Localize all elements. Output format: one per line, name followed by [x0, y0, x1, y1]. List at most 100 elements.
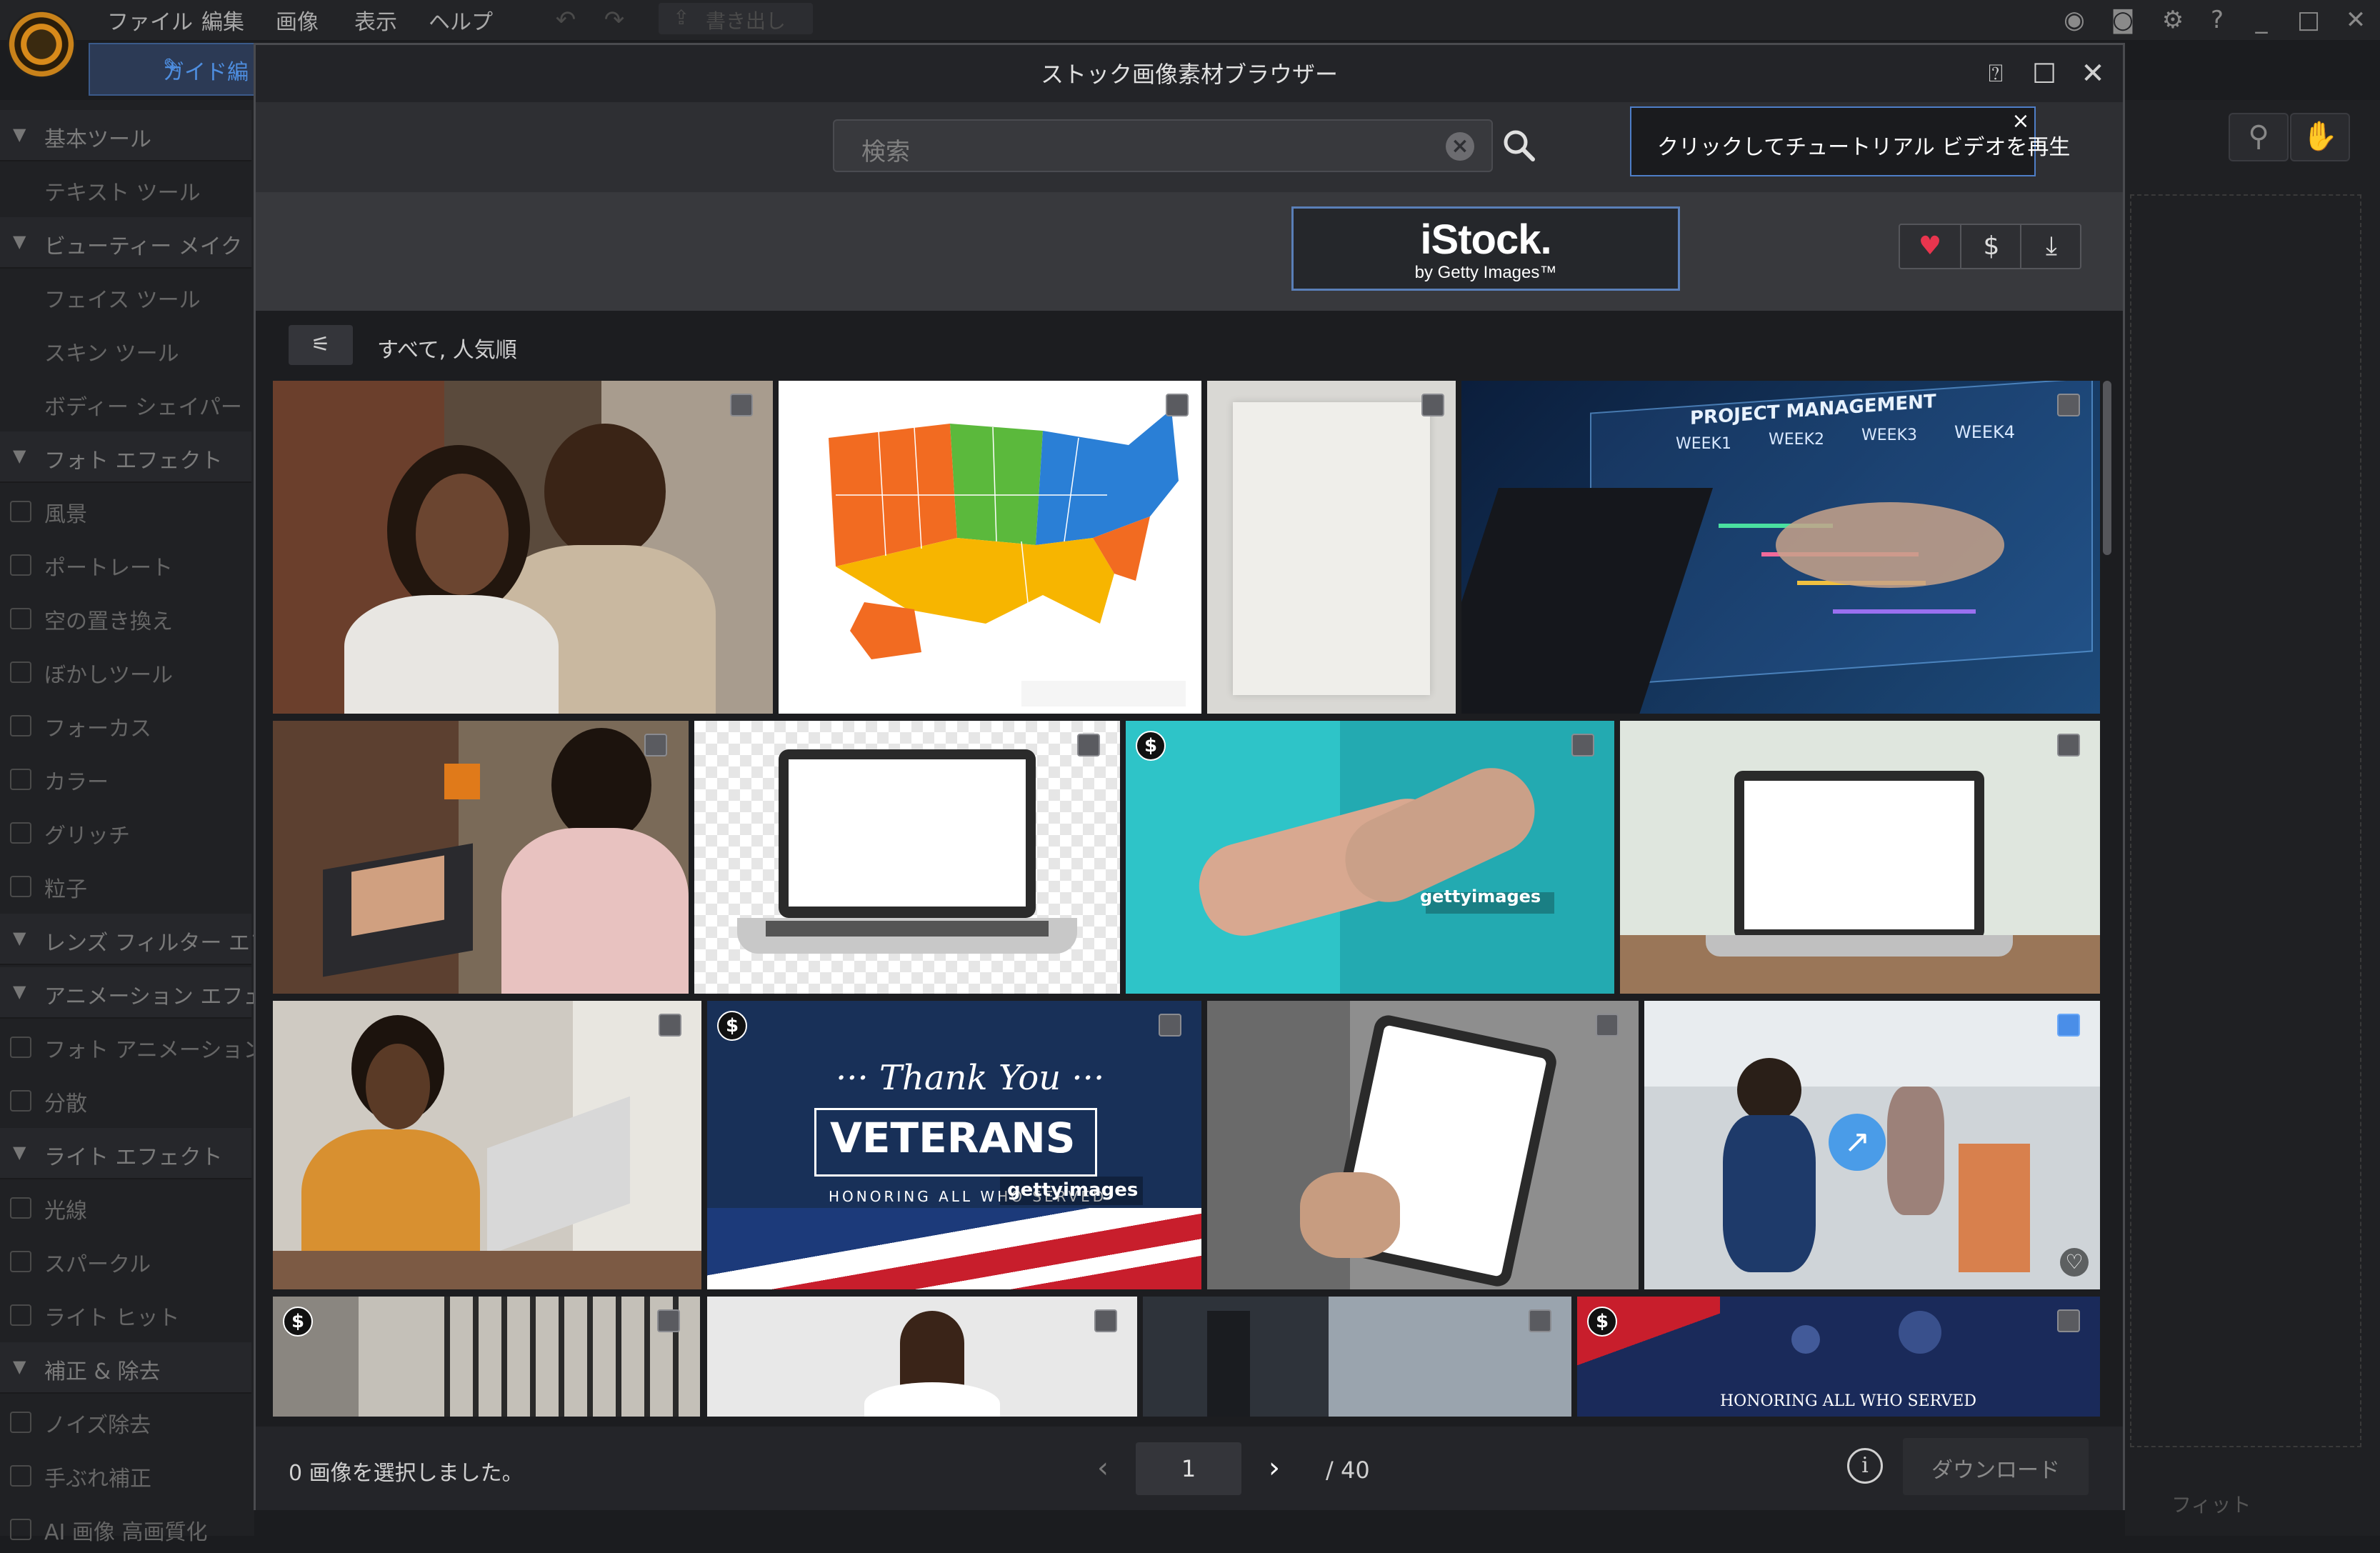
clear-search-icon[interactable]: × [1446, 132, 1474, 161]
image-tile[interactable] [707, 1297, 1137, 1417]
select-checkbox[interactable] [1571, 734, 1594, 756]
sidebar-item[interactable]: 空の置き換え [0, 592, 251, 642]
select-checkbox[interactable] [659, 1014, 681, 1037]
sidebar-item[interactable]: テキスト ツール [0, 164, 251, 214]
image-tile[interactable]: gettyimages $ [1126, 721, 1614, 994]
image-tile[interactable]: ··· Thank You ··· VETERANS HONORING ALL … [707, 1001, 1201, 1289]
sidebar-section-header[interactable]: ▼ ビューティー メイク [0, 217, 251, 269]
zoom-fit-select[interactable]: フィット [2171, 1489, 2251, 1518]
sidebar-item[interactable]: 分散 [0, 1074, 251, 1124]
istock-provider-button[interactable]: iStock. by Getty Images™ [1291, 206, 1680, 291]
maximize-icon[interactable]: □ [2294, 6, 2323, 34]
download-label: ダウンロード [1931, 1458, 2060, 1483]
select-checkbox[interactable] [2057, 1014, 2080, 1037]
select-checkbox[interactable] [2057, 394, 2080, 416]
image-tile[interactable] [694, 721, 1120, 994]
select-checkbox[interactable] [2057, 734, 2080, 756]
image-tile[interactable]: $ [273, 1297, 700, 1417]
image-tile[interactable] [273, 1001, 701, 1289]
sidebar-section-header[interactable]: ▼ アニメーション エフェクト [0, 967, 307, 1019]
undo-icon[interactable]: ↶ [551, 6, 580, 34]
zoom-tool-button[interactable]: ⚲ [2229, 113, 2289, 161]
sidebar-item[interactable]: フォト アニメーション [0, 1021, 264, 1071]
select-checkbox[interactable] [1529, 1309, 1551, 1332]
select-checkbox[interactable] [730, 394, 753, 416]
chevron-down-icon: ▼ [13, 928, 26, 948]
sidebar-section-header[interactable]: ▼ レンズ フィルター エフェクト [0, 914, 336, 965]
image-tile[interactable]: HONORING ALL WHO SERVED $ [1577, 1297, 2100, 1417]
scrollbar-thumb[interactable] [2103, 381, 2111, 555]
close-dialog-icon[interactable]: ✕ [2073, 54, 2113, 94]
menu-view[interactable]: 表示 [354, 4, 397, 36]
image-tile[interactable] [273, 381, 773, 714]
menu-edit[interactable]: 編集 [201, 4, 244, 36]
account-icon[interactable]: ◉ [2060, 6, 2089, 34]
sidebar-item[interactable]: ぼかしツール [0, 646, 251, 696]
sidebar-item[interactable]: 光線 [0, 1182, 251, 1232]
image-tile[interactable] [779, 381, 1201, 714]
select-checkbox[interactable] [1421, 394, 1444, 416]
premium-dollar-icon[interactable]: $ [1960, 225, 2021, 268]
select-checkbox[interactable] [1159, 1014, 1181, 1037]
tooltip-close-icon[interactable]: × [2009, 109, 2033, 134]
next-page-icon[interactable]: › [1260, 1454, 1289, 1482]
image-tile[interactable]: ↗ ♡ [1644, 1001, 2100, 1289]
sidebar-item[interactable]: スパークル [0, 1235, 251, 1285]
sidebar-item[interactable]: フォーカス [0, 699, 251, 749]
help-icon[interactable]: ? [2203, 6, 2231, 34]
settings-icon[interactable]: ⚙ [2159, 6, 2187, 34]
favorite-heart-icon[interactable]: ♡ [2060, 1248, 2089, 1277]
favorites-heart-icon[interactable]: ♥ [1900, 225, 1960, 268]
sidebar-item[interactable]: カラー [0, 753, 251, 803]
downloaded-icon[interactable]: ⤓ [2020, 225, 2081, 268]
image-tile[interactable] [1143, 1297, 1571, 1417]
sidebar-item[interactable]: AI 画像 高画質化 [0, 1503, 251, 1553]
sidebar-item[interactable]: スキン ツール [0, 324, 251, 374]
info-icon[interactable]: i [1847, 1448, 1883, 1484]
sidebar-section-header[interactable]: ▼ フォト エフェクト [0, 431, 251, 483]
select-checkbox[interactable] [2057, 1309, 2080, 1332]
select-checkbox[interactable] [1596, 1014, 1619, 1037]
minimize-icon[interactable]: _ [2247, 6, 2276, 34]
sidebar-section-header[interactable]: ▼ 基本ツール [0, 110, 251, 161]
guide-tab[interactable]: ✎ ガイド編 [89, 43, 263, 96]
image-tile[interactable]: PROJECT MANAGEMENT WEEK1 WEEK2 WEEK3 WEE… [1461, 381, 2100, 714]
sidebar-item[interactable]: ノイズ除去 [0, 1396, 251, 1446]
sidebar-item[interactable]: 粒子 [0, 860, 251, 910]
menu-image[interactable]: 画像 [276, 4, 319, 36]
search-icon[interactable] [1499, 125, 1541, 168]
image-tile[interactable] [1207, 381, 1456, 714]
sidebar-section-header[interactable]: ▼ ライト エフェクト [0, 1128, 251, 1179]
image-tile[interactable] [1207, 1001, 1639, 1289]
select-checkbox[interactable] [644, 734, 667, 756]
menu-help[interactable]: ヘルプ [429, 4, 493, 36]
close-app-icon[interactable]: ✕ [2341, 6, 2370, 34]
sidebar-section-header[interactable]: ▼ 補正 & 除去 [0, 1342, 251, 1394]
image-tile[interactable] [273, 721, 689, 994]
select-checkbox[interactable] [1077, 734, 1100, 756]
sidebar-item[interactable]: 手ぶれ補正 [0, 1449, 251, 1499]
notification-icon[interactable]: ◙ [2109, 6, 2137, 34]
select-checkbox[interactable] [1166, 394, 1189, 416]
menu-file[interactable]: ファイル [107, 4, 193, 36]
sidebar-item[interactable]: ポートレート [0, 539, 251, 589]
image-tile[interactable] [1620, 721, 2100, 994]
sidebar-item[interactable]: グリッチ [0, 807, 251, 857]
sidebar-item[interactable]: 風景 [0, 485, 251, 535]
sidebar-item[interactable]: ボディー シェイパー [0, 378, 251, 428]
hand-tool-button[interactable]: ✋ [2290, 113, 2350, 161]
search-input[interactable]: 検索 [833, 119, 1493, 172]
sidebar-item[interactable]: ライト ヒット [0, 1289, 251, 1339]
export-button[interactable]: ⇪ 書き出し [659, 3, 813, 34]
page-number-input[interactable]: 1 [1136, 1442, 1241, 1495]
tutorial-video-icon[interactable]: ⍰ [1976, 54, 2016, 94]
prev-page-icon[interactable]: ‹ [1089, 1454, 1117, 1482]
filter-settings-icon[interactable]: ⚟ [289, 325, 353, 365]
redo-icon[interactable]: ↷ [600, 6, 629, 34]
open-external-icon[interactable]: ↗ [1829, 1114, 1886, 1171]
maximize-dialog-icon[interactable]: ☐ [2024, 54, 2064, 94]
download-button[interactable]: ダウンロード [1903, 1438, 2089, 1495]
sidebar-item[interactable]: フェイス ツール [0, 271, 251, 321]
select-checkbox[interactable] [657, 1309, 680, 1332]
select-checkbox[interactable] [1094, 1309, 1117, 1332]
